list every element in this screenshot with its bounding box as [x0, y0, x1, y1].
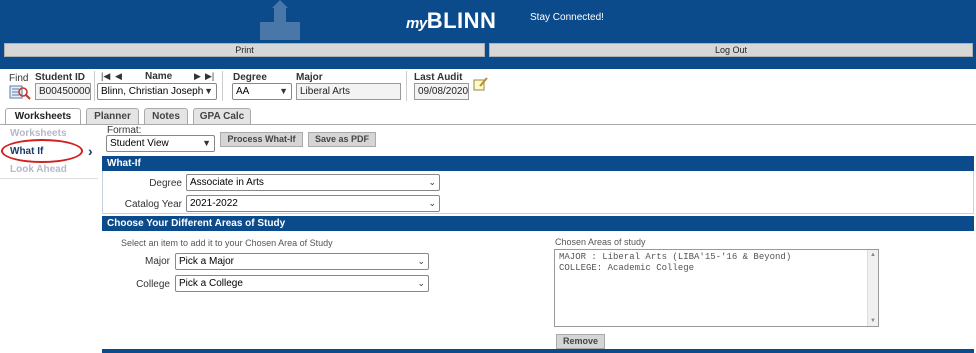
scroll-down-icon[interactable]: ▼ — [870, 318, 876, 324]
major-field: Liberal Arts — [296, 83, 401, 100]
chosen-areas-list[interactable]: MAJOR : Liberal Arts (LIBA'15-'16 & Beyo… — [554, 249, 879, 327]
chosen-areas-scrollbar[interactable]: ▲ ▼ — [867, 250, 878, 326]
chevron-down-icon: ⌄ — [428, 177, 436, 187]
last-record-icon[interactable]: ▶| — [205, 71, 214, 82]
catalog-year-select[interactable]: 2021-2022 ⌄ — [186, 195, 440, 212]
logout-button[interactable]: Log Out — [489, 43, 973, 57]
chevron-down-icon: ⌄ — [428, 198, 436, 208]
bottom-section-edge — [102, 349, 974, 353]
edit-note-icon[interactable] — [473, 77, 489, 91]
college-select-label: College — [136, 279, 170, 290]
chevron-right-icon: › — [88, 143, 93, 159]
divider — [94, 71, 95, 101]
nav-divider — [0, 178, 98, 179]
highlight-circle — [1, 139, 83, 163]
format-select[interactable]: Student View ▼ — [106, 135, 215, 152]
chosen-area-item[interactable]: MAJOR : Liberal Arts (LIBA'15-'16 & Beyo… — [559, 252, 874, 263]
areas-of-study-header: Choose Your Different Areas of Study — [102, 216, 974, 231]
find-label: Find — [9, 73, 29, 84]
save-as-pdf-button[interactable]: Save as PDF — [308, 132, 376, 147]
process-what-if-button[interactable]: Process What-If — [220, 132, 303, 147]
chevron-down-icon: ▼ — [204, 86, 213, 96]
print-button[interactable]: Print — [4, 43, 485, 57]
student-id-label: Student ID — [35, 72, 85, 83]
tab-gpa-calc[interactable]: GPA Calc — [193, 108, 251, 124]
chosen-area-item[interactable]: COLLEGE: Academic College — [559, 263, 874, 274]
last-audit-label: Last Audit — [414, 72, 463, 83]
major-select-label: Major — [144, 256, 170, 267]
divider — [222, 71, 223, 101]
chosen-areas-label: Chosen Areas of study — [555, 237, 646, 247]
what-if-section-header: What-If — [102, 156, 974, 171]
tab-notes[interactable]: Notes — [144, 108, 188, 124]
areas-hint-text: Select an item to add it to your Chosen … — [121, 238, 333, 248]
degree-field-label: Degree — [149, 178, 182, 189]
catalog-year-label: Catalog Year — [124, 199, 182, 210]
previous-record-icon[interactable]: ◀ — [115, 71, 122, 82]
degree-select[interactable]: AA ▼ — [232, 83, 292, 100]
myblinn-logo: myBLINN — [406, 8, 497, 33]
first-record-icon[interactable]: |◀ — [101, 71, 110, 82]
find-student-icon[interactable] — [9, 84, 31, 100]
banner: myBLINN Stay Connected! — [0, 0, 976, 40]
chevron-down-icon: ▼ — [202, 138, 211, 148]
tab-planner[interactable]: Planner — [86, 108, 139, 124]
last-audit-field: 09/08/2020 — [414, 83, 469, 100]
what-if-degree-select[interactable]: Associate in Arts ⌄ — [186, 174, 440, 191]
tab-underline — [0, 124, 976, 125]
divider — [406, 71, 407, 101]
tagline: Stay Connected! — [530, 12, 604, 23]
scroll-up-icon[interactable]: ▲ — [870, 252, 876, 258]
pick-college-select[interactable]: Pick a College ⌄ — [175, 275, 429, 292]
chevron-down-icon: ⌄ — [417, 256, 425, 266]
next-record-icon[interactable]: ▶ — [194, 71, 201, 82]
chevron-down-icon: ⌄ — [417, 278, 425, 288]
student-name-select[interactable]: Blinn, Christian Joseph ▼ — [97, 83, 217, 100]
top-action-bar: Print Log Out — [0, 40, 976, 69]
student-id-field[interactable]: B00450000 — [35, 83, 91, 100]
nav-item-look-ahead[interactable]: Look Ahead — [10, 164, 67, 175]
major-label: Major — [296, 72, 323, 83]
tab-worksheets[interactable]: Worksheets — [5, 108, 81, 125]
campus-tower-graphic — [260, 0, 300, 40]
nav-item-worksheets[interactable]: Worksheets — [10, 128, 67, 139]
pick-major-select[interactable]: Pick a Major ⌄ — [175, 253, 429, 270]
name-label: Name — [145, 71, 173, 82]
degree-label: Degree — [233, 72, 267, 83]
remove-button[interactable]: Remove — [556, 334, 605, 349]
chevron-down-icon: ▼ — [279, 86, 288, 96]
